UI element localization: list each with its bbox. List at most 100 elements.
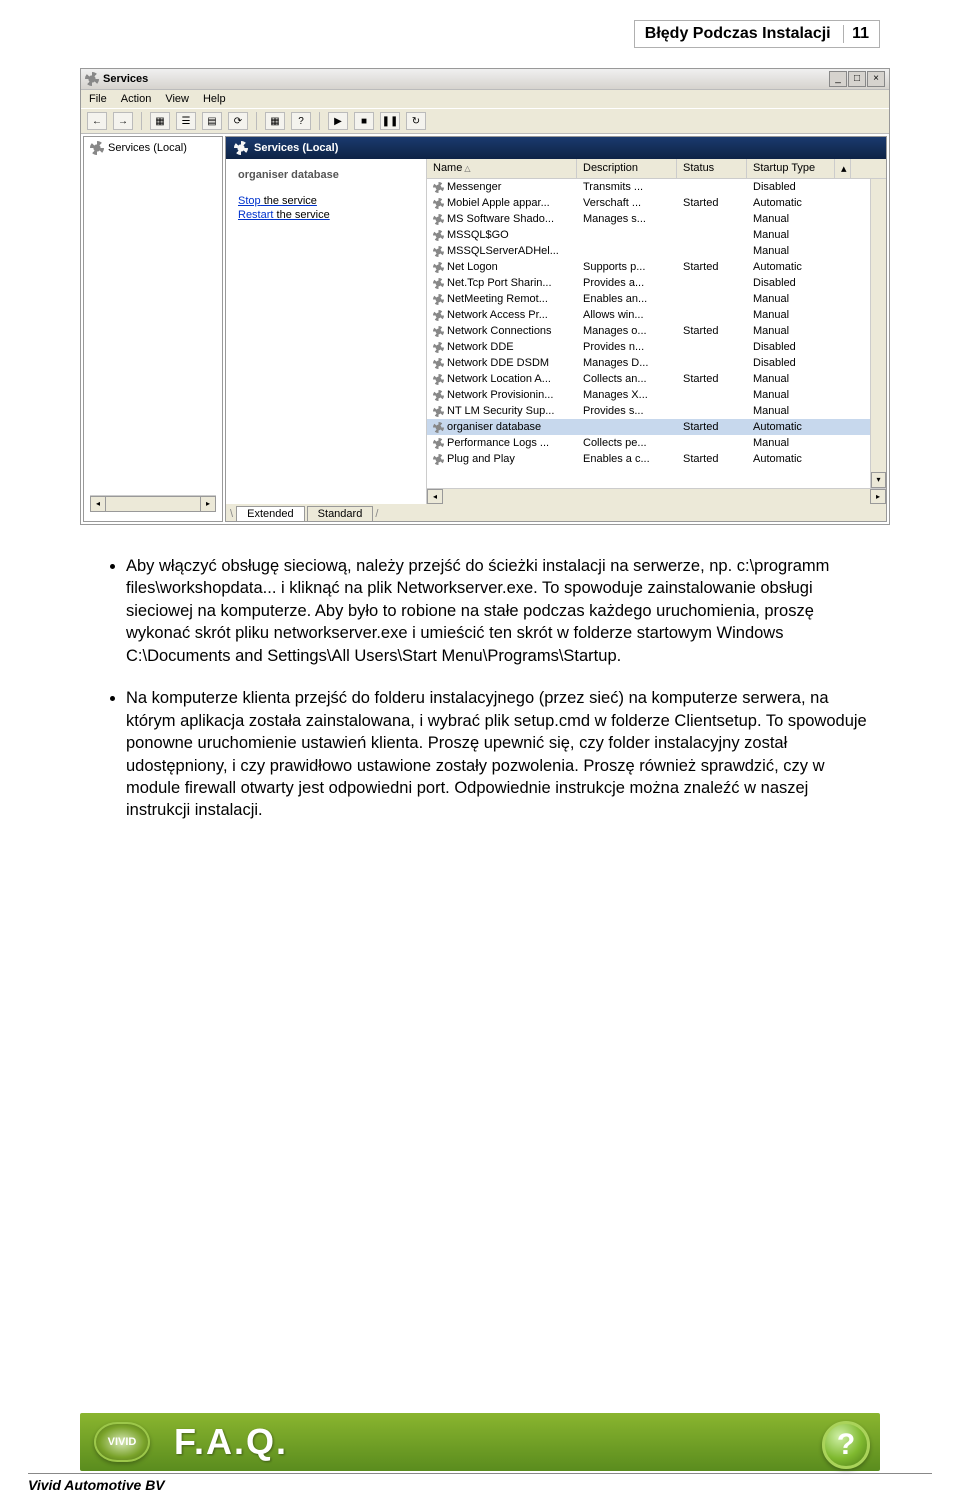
service-name: MSSQL$GO <box>447 229 509 241</box>
scroll-right-button[interactable]: ▸ <box>200 496 216 512</box>
menu-view[interactable]: View <box>165 93 189 105</box>
service-status <box>677 340 747 354</box>
service-row[interactable]: Network Access Pr...Allows win...Manual <box>427 307 870 323</box>
service-status: Started <box>677 452 747 466</box>
service-row[interactable]: Plug and PlayEnables a c...StartedAutoma… <box>427 451 870 467</box>
tab-standard[interactable]: Standard <box>307 506 374 521</box>
service-row[interactable]: MS Software Shado...Manages s...Manual <box>427 211 870 227</box>
service-row[interactable]: Network Location A...Collects an...Start… <box>427 371 870 387</box>
toolbar-button[interactable]: ▦ <box>265 112 285 130</box>
document-body: Aby włączyć obsługę sieciową, należy prz… <box>80 555 880 822</box>
service-startup: Disabled <box>747 356 835 370</box>
menu-action[interactable]: Action <box>121 93 152 105</box>
service-name: NetMeeting Remot... <box>447 293 548 305</box>
service-row[interactable]: organiser databaseStartedAutomatic <box>427 419 870 435</box>
play-button[interactable]: ▶ <box>328 112 348 130</box>
properties-button[interactable]: ☰ <box>176 112 196 130</box>
back-button[interactable]: ← <box>87 112 107 130</box>
separator <box>319 112 320 130</box>
stop-service-link[interactable]: Stop the service <box>238 195 414 207</box>
service-status: Started <box>677 420 747 434</box>
service-row[interactable]: Mobiel Apple appar...Verschaft ...Starte… <box>427 195 870 211</box>
restart-service-link[interactable]: Restart the service <box>238 209 414 221</box>
service-row[interactable]: MSSQL$GO Manual <box>427 227 870 243</box>
service-status <box>677 404 747 418</box>
stop-button[interactable]: ■ <box>354 112 374 130</box>
pause-button[interactable]: ❚❚ <box>380 112 400 130</box>
service-startup: Manual <box>747 244 835 258</box>
horizontal-scrollbar[interactable]: ◂ ▸ <box>427 488 886 504</box>
help-icon[interactable]: ? <box>822 1421 870 1469</box>
toolbar-button[interactable]: ▦ <box>150 112 170 130</box>
service-startup: Manual <box>747 324 835 338</box>
menu-file[interactable]: File <box>89 93 107 105</box>
service-description: Provides a... <box>577 276 677 290</box>
service-status <box>677 228 747 242</box>
service-description: Transmits ... <box>577 180 677 194</box>
service-row[interactable]: Performance Logs ...Collects pe...Manual <box>427 435 870 451</box>
service-status: Started <box>677 196 747 210</box>
service-name: Network Location A... <box>447 373 551 385</box>
service-name: Plug and Play <box>447 453 515 465</box>
maximize-button[interactable]: □ <box>848 71 866 87</box>
scroll-down-button[interactable]: ▾ <box>871 472 886 488</box>
refresh-button[interactable]: ⟳ <box>228 112 248 130</box>
service-row[interactable]: Net LogonSupports p...StartedAutomatic <box>427 259 870 275</box>
restart-button[interactable]: ↻ <box>406 112 426 130</box>
service-name: organiser database <box>447 421 541 433</box>
service-row[interactable]: Net.Tcp Port Sharin...Provides a...Disab… <box>427 275 870 291</box>
service-row[interactable]: NetMeeting Remot...Enables an...Manual <box>427 291 870 307</box>
service-name: Network Connections <box>447 325 552 337</box>
panel-title: Services (Local) <box>254 142 338 154</box>
window-title: Services <box>103 73 148 85</box>
gear-icon <box>433 438 444 449</box>
left-tree-panel: Services (Local) ◂ ▸ <box>83 136 223 522</box>
gear-icon <box>433 454 444 465</box>
service-row[interactable]: MessengerTransmits ...Disabled <box>427 179 870 195</box>
service-row[interactable]: Network Provisionin...Manages X...Manual <box>427 387 870 403</box>
gear-icon <box>433 262 444 273</box>
service-name: Performance Logs ... <box>447 437 549 449</box>
service-row[interactable]: NT LM Security Sup...Provides s...Manual <box>427 403 870 419</box>
vertical-scrollbar[interactable]: ▾ <box>870 179 886 488</box>
page-number: 11 <box>843 25 869 43</box>
tab-extended[interactable]: Extended <box>236 506 304 521</box>
service-status <box>677 436 747 450</box>
service-startup: Manual <box>747 436 835 450</box>
tree-root[interactable]: Services (Local) <box>108 142 187 154</box>
export-button[interactable]: ▤ <box>202 112 222 130</box>
service-name: Mobiel Apple appar... <box>447 197 550 209</box>
faq-banner: VIVID F.A.Q. ? <box>80 1413 880 1471</box>
service-row[interactable]: MSSQLServerADHel...Manual <box>427 243 870 259</box>
footer: VIVID F.A.Q. ? <box>80 1413 880 1471</box>
gear-icon <box>433 198 444 209</box>
title-bar[interactable]: Services _ □ × <box>81 69 889 90</box>
service-startup: Manual <box>747 228 835 242</box>
scroll-right-button[interactable]: ▸ <box>870 489 886 504</box>
service-description: Enables a c... <box>577 452 677 466</box>
gear-icon <box>90 141 104 155</box>
col-status[interactable]: Status <box>677 159 747 178</box>
scroll-left-button[interactable]: ◂ <box>427 489 443 504</box>
menu-help[interactable]: Help <box>203 93 226 105</box>
gear-icon <box>433 214 444 225</box>
forward-button[interactable]: → <box>113 112 133 130</box>
toolbar: ← → ▦ ☰ ▤ ⟳ ▦ ? ▶ ■ ❚❚ ↻ <box>81 108 889 134</box>
service-row[interactable]: Network DDEProvides n...Disabled <box>427 339 870 355</box>
gear-icon <box>433 374 444 385</box>
close-button[interactable]: × <box>867 71 885 87</box>
col-startup-type[interactable]: Startup Type <box>747 159 835 178</box>
scroll-left-button[interactable]: ◂ <box>90 496 106 512</box>
col-name[interactable]: Name△ <box>427 159 577 178</box>
service-startup: Manual <box>747 388 835 402</box>
service-row[interactable]: Network ConnectionsManages o...StartedMa… <box>427 323 870 339</box>
service-status: Started <box>677 260 747 274</box>
service-startup: Disabled <box>747 276 835 290</box>
col-description[interactable]: Description <box>577 159 677 178</box>
help-toolbar-button[interactable]: ? <box>291 112 311 130</box>
scroll-up-button[interactable]: ▴ <box>835 159 851 178</box>
service-row[interactable]: Network DDE DSDMManages D...Disabled <box>427 355 870 371</box>
service-status: Started <box>677 372 747 386</box>
minimize-button[interactable]: _ <box>829 71 847 87</box>
scrollbar-track[interactable] <box>106 496 200 512</box>
